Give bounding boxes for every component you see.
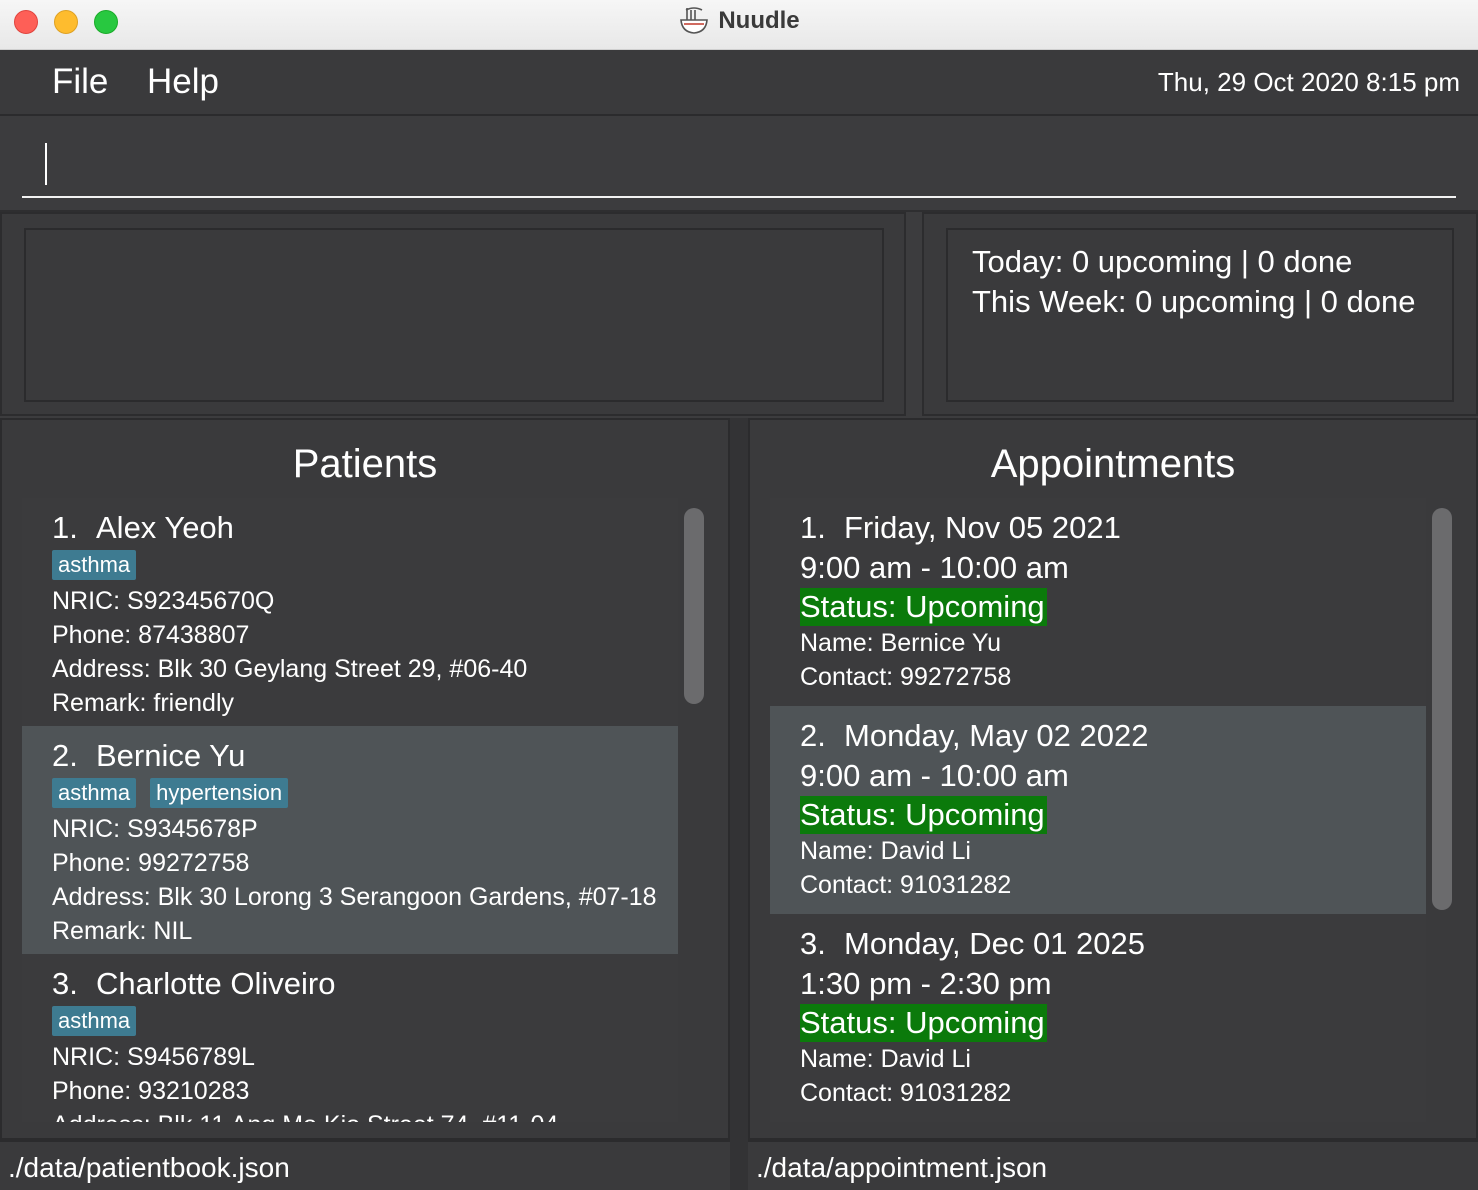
status-badge: Status: Upcoming <box>800 796 1047 834</box>
appointment-date-text: Friday, Nov 05 2021 <box>844 510 1121 545</box>
appointment-time: 9:00 am - 10:00 am <box>800 758 1069 793</box>
appointment-date: 3. Monday, Dec 01 2025 <box>800 924 1426 964</box>
patient-phone: Phone: 99272758 <box>52 849 250 877</box>
command-box <box>0 116 1478 212</box>
appointment-index: 2. <box>800 718 826 753</box>
patient-list-panel: Patients 1. Alex Yeoh asthma NRIC: S92345… <box>0 418 730 1140</box>
appointment-contact: Contact: 91031282 <box>800 1079 1012 1107</box>
status-badge: Status: Upcoming <box>800 588 1047 626</box>
patient-remark: Remark: NIL <box>52 917 193 945</box>
patient-address: Address: Blk 30 Lorong 3 Serangoon Garde… <box>52 883 657 911</box>
appointment-list[interactable]: 1. Friday, Nov 05 2021 9:00 am - 10:00 am… <box>770 498 1426 1122</box>
patient-name-text: Alex Yeoh <box>96 510 234 545</box>
window-title-text: Nuudle <box>718 7 800 34</box>
patient-card[interactable]: 3. Charlotte Oliveiro asthma NRIC: S94567… <box>22 954 678 1122</box>
tag: asthma <box>52 550 137 580</box>
patient-file-path: ./data/patientbook.json <box>0 1140 730 1190</box>
patient-remark: Remark: friendly <box>52 689 234 717</box>
patient-name: 1. Alex Yeoh <box>52 508 678 548</box>
appointment-date: 1. Friday, Nov 05 2021 <box>800 508 1426 548</box>
appointment-time: 9:00 am - 10:00 am <box>800 550 1069 585</box>
tag-list: asthma <box>52 1006 678 1040</box>
clock-display: Thu, 29 Oct 2020 8:15 pm <box>1157 67 1460 97</box>
patient-name-text: Bernice Yu <box>96 738 246 773</box>
menu-bar: File Help Thu, 29 Oct 2020 8:15 pm <box>0 50 1478 116</box>
appointment-date-text: Monday, Dec 01 2025 <box>844 926 1146 961</box>
tag: asthma <box>52 778 137 808</box>
patient-card[interactable]: 2. Bernice Yu asthma hypertension NRIC: S… <box>22 726 678 954</box>
title-bar: Nuudle <box>0 0 1478 50</box>
noodle-bowl-icon <box>680 7 709 34</box>
command-input[interactable] <box>22 136 1456 198</box>
stats-today: Today: 0 upcoming | 0 done <box>972 244 1353 279</box>
patient-card[interactable]: 1. Alex Yeoh asthma NRIC: S92345670Q Phon… <box>22 498 678 726</box>
patient-nric: NRIC: S92345670Q <box>52 587 275 615</box>
tag: hypertension <box>150 778 289 808</box>
appointment-name: Name: Bernice Yu <box>800 629 1002 657</box>
appointment-list-panel: Appointments 1. Friday, Nov 05 2021 9:00 … <box>748 418 1478 1140</box>
appointment-list-scrollbar[interactable] <box>1432 508 1452 910</box>
status-badge: Status: Upcoming <box>800 1004 1047 1042</box>
appointment-name: Name: David Li <box>800 1045 971 1073</box>
appointment-date-text: Monday, May 02 2022 <box>844 718 1149 753</box>
patient-phone: Phone: 87438807 <box>52 621 250 649</box>
patient-index: 1. <box>52 510 78 545</box>
patient-name: 2. Bernice Yu <box>52 736 678 776</box>
appointment-card[interactable]: 2. Monday, May 02 2022 9:00 am - 10:00 am… <box>770 706 1426 914</box>
patient-address: Address: Blk 30 Geylang Street 29, #06-4… <box>52 655 528 683</box>
window-title: Nuudle <box>0 0 1478 42</box>
appointment-date: 2. Monday, May 02 2022 <box>800 716 1426 756</box>
appointment-name: Name: David Li <box>800 837 971 865</box>
text-caret <box>45 143 47 185</box>
menu-help[interactable]: Help <box>147 62 219 102</box>
patient-index: 2. <box>52 738 78 773</box>
patient-index: 3. <box>52 966 78 1001</box>
stats-box: Today: 0 upcoming | 0 done This Week: 0 … <box>946 228 1454 402</box>
result-display-panel <box>0 212 906 416</box>
appointment-time: 1:30 pm - 2:30 pm <box>800 966 1052 1001</box>
appointments-heading: Appointments <box>990 442 1236 486</box>
patients-heading: Patients <box>292 442 438 486</box>
appointment-file-path: ./data/appointment.json <box>748 1140 1478 1190</box>
patient-list[interactable]: 1. Alex Yeoh asthma NRIC: S92345670Q Phon… <box>22 498 678 1122</box>
menu-file[interactable]: File <box>52 62 108 102</box>
tag: asthma <box>52 1006 137 1036</box>
result-display-box[interactable] <box>24 228 884 402</box>
appointment-index: 3. <box>800 926 826 961</box>
patient-address: Address: Blk 11 Ang Mo Kio Street 74, #1… <box>52 1108 678 1122</box>
stats-week: This Week: 0 upcoming | 0 done <box>972 284 1416 319</box>
appointment-card[interactable]: 3. Monday, Dec 01 2025 1:30 pm - 2:30 pm … <box>770 914 1426 1122</box>
stats-panel: Today: 0 upcoming | 0 done This Week: 0 … <box>922 212 1478 416</box>
panel-divider[interactable] <box>730 418 748 1190</box>
appointment-contact: Contact: 91031282 <box>800 871 1012 899</box>
patient-name: 3. Charlotte Oliveiro <box>52 964 678 1004</box>
appointment-index: 1. <box>800 510 826 545</box>
patient-nric: NRIC: S9456789L <box>52 1043 255 1071</box>
tag-list: asthma hypertension <box>52 778 678 812</box>
tag-list: asthma <box>52 550 678 584</box>
appointment-card[interactable]: 1. Friday, Nov 05 2021 9:00 am - 10:00 am… <box>770 498 1426 706</box>
patient-phone: Phone: 93210283 <box>52 1077 250 1105</box>
patient-name-text: Charlotte Oliveiro <box>96 966 336 1001</box>
patient-nric: NRIC: S9345678P <box>52 815 258 843</box>
appointment-contact: Contact: 99272758 <box>800 663 1012 691</box>
patient-list-scrollbar[interactable] <box>684 508 704 704</box>
